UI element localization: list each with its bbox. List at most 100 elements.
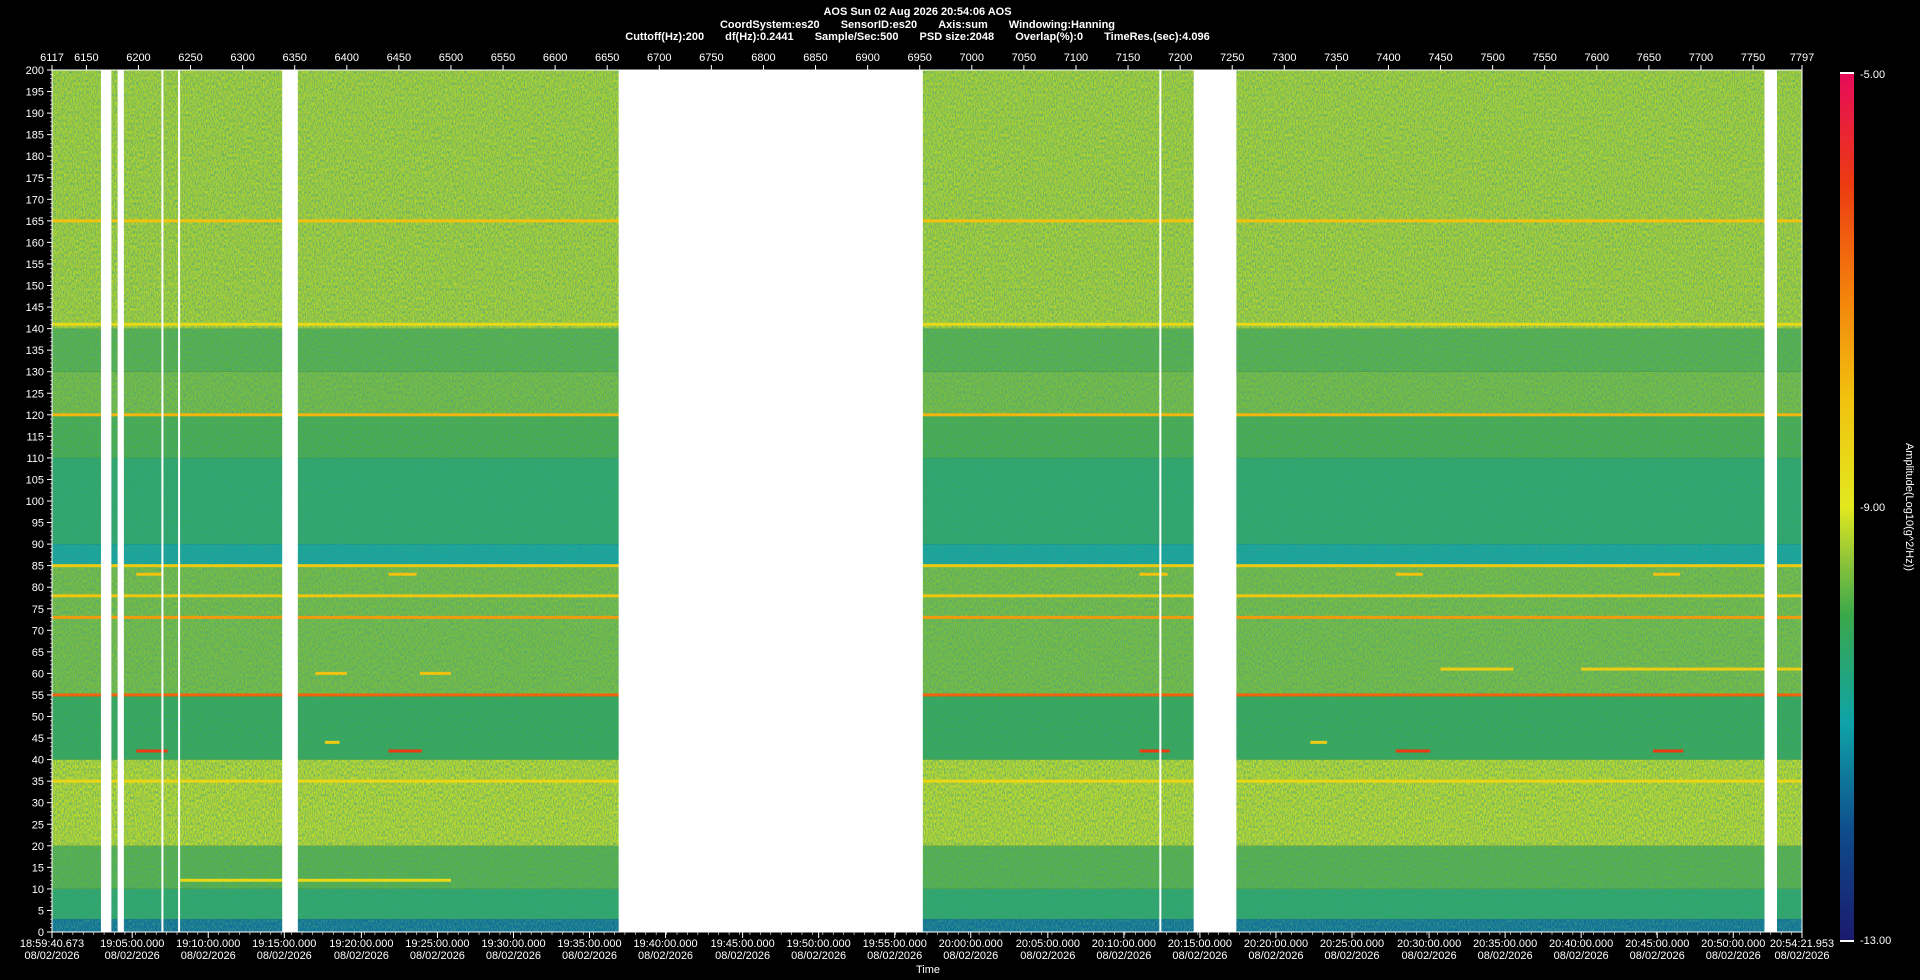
x-tick-date-label: 08/02/2026 <box>486 950 541 962</box>
y-tick-label: 185 <box>26 130 44 142</box>
x-top-tick-label: 7750 <box>1741 52 1765 64</box>
x-top-tick-label: 6550 <box>491 52 515 64</box>
y-tick-label: 165 <box>26 216 44 228</box>
x-tick-date-label: 08/02/2026 <box>334 950 389 962</box>
x-tick-time-label: 19:30:00.000 <box>481 938 545 950</box>
x-top-tick-label: 6800 <box>751 52 775 64</box>
x-top-tick-label: 6750 <box>699 52 723 64</box>
x-top-tick-label: 7500 <box>1480 52 1504 64</box>
x-axis-label: Time <box>916 964 940 976</box>
y-tick-label: 175 <box>26 173 44 185</box>
tone-line <box>324 740 340 744</box>
tone-line <box>180 878 451 882</box>
y-tick-label: 125 <box>26 388 44 400</box>
y-tick-label: 140 <box>26 324 44 336</box>
data-gap <box>618 70 923 932</box>
x-top-tick-label: 6450 <box>387 52 411 64</box>
x-tick-time-label: 19:55:00.000 <box>863 938 927 950</box>
data-gap <box>1193 70 1237 932</box>
y-tick-label: 5 <box>38 905 44 917</box>
spectrogram-figure: AOS Sun 02 Aug 2026 20:54:06 AOS CoordSy… <box>0 0 1920 980</box>
noise-texture <box>52 70 1802 932</box>
data-gap-line <box>178 70 181 932</box>
y-tick-label: 70 <box>32 625 44 637</box>
y-tick-label: 40 <box>32 755 44 767</box>
x-top-tick-label: 6250 <box>178 52 202 64</box>
x-tick-date-label: 08/02/2026 <box>1478 950 1533 962</box>
y-tick-label: 90 <box>32 539 44 551</box>
x-top-tick-label: 7650 <box>1637 52 1661 64</box>
y-tick-label: 50 <box>32 712 44 724</box>
x-top-tick-label: 7100 <box>1064 52 1088 64</box>
y-tick-label: 60 <box>32 668 44 680</box>
colorbar-tick-label: -13.00 <box>1860 935 1891 947</box>
x-tick-date-label: 08/02/2026 <box>1096 950 1151 962</box>
x-top-tick-label: 7250 <box>1220 52 1244 64</box>
tone-line <box>1139 572 1168 576</box>
x-tick-time-label: 20:50:00.000 <box>1701 938 1765 950</box>
x-top-tick-label: 6400 <box>335 52 359 64</box>
y-tick-label: 25 <box>32 819 44 831</box>
y-tick-label: 195 <box>26 87 44 99</box>
tone-line <box>1139 749 1170 753</box>
x-top-tick-label: 6300 <box>230 52 254 64</box>
x-tick-date-label: 08/02/2026 <box>410 950 465 962</box>
tone-line <box>315 671 347 675</box>
y-tick-label: 55 <box>32 690 44 702</box>
spectrogram-plot: 0510152025303540455055606570758085909510… <box>20 52 1915 976</box>
y-tick-label: 45 <box>32 733 44 745</box>
y-tick-label: 15 <box>32 862 44 874</box>
x-top-tick-label: 7400 <box>1376 52 1400 64</box>
x-tick-time-label: 20:00:00.000 <box>939 938 1003 950</box>
y-tick-label: 200 <box>26 65 44 77</box>
x-tick-time-label: 20:35:00.000 <box>1473 938 1537 950</box>
y-tick-label: 20 <box>32 841 44 853</box>
y-tick-label: 100 <box>26 496 44 508</box>
tone-line <box>52 413 1802 417</box>
x-tick-time-label: 20:15:00.000 <box>1168 938 1232 950</box>
x-tick-date-label: 08/02/2026 <box>181 950 236 962</box>
x-top-tick-label: 6150 <box>74 52 98 64</box>
x-tick-date-label: 08/02/2026 <box>1630 950 1685 962</box>
x-tick-date-label: 08/02/2026 <box>715 950 770 962</box>
x-tick-time-label: 20:10:00.000 <box>1092 938 1156 950</box>
data-gap <box>282 70 298 932</box>
x-tick-date-label: 08/02/2026 <box>24 950 79 962</box>
tone-line <box>52 564 1802 568</box>
x-tick-date-label: 08/02/2026 <box>1172 950 1227 962</box>
x-tick-time-label: 20:40:00.000 <box>1549 938 1613 950</box>
x-tick-time-label: 20:25:00.000 <box>1320 938 1384 950</box>
tone-line <box>419 671 451 675</box>
data-gap-line <box>161 70 164 932</box>
x-top-tick-label: 6850 <box>803 52 827 64</box>
y-tick-label: 35 <box>32 776 44 788</box>
x-tick-time-label: 19:05:00.000 <box>100 938 164 950</box>
y-tick-label: 145 <box>26 302 44 314</box>
y-tick-label: 160 <box>26 237 44 249</box>
x-tick-time-label: 19:25:00.000 <box>405 938 469 950</box>
x-top-tick-label: 6200 <box>126 52 150 64</box>
y-tick-label: 190 <box>26 108 44 120</box>
tone-line <box>52 594 1802 598</box>
y-tick-label: 150 <box>26 281 44 293</box>
x-top-tick-label: 7000 <box>960 52 984 64</box>
x-tick-time-label: 20:20:00.000 <box>1244 938 1308 950</box>
x-tick-time-label: 19:35:00.000 <box>557 938 621 950</box>
colorbar <box>1840 74 1854 940</box>
x-tick-date-label: 08/02/2026 <box>1706 950 1761 962</box>
tone-line <box>1653 572 1681 576</box>
colorbar-label: Amplitude(Log10(g^2/Hz)) <box>1903 443 1915 571</box>
y-tick-label: 170 <box>26 194 44 206</box>
y-tick-label: 80 <box>32 582 44 594</box>
x-top-tick-label: 7450 <box>1428 52 1452 64</box>
x-top-tick-label: 6950 <box>907 52 931 64</box>
x-tick-time-label: 20:45:00.000 <box>1625 938 1689 950</box>
x-top-tick-label: 6600 <box>543 52 567 64</box>
tone-line <box>52 779 1802 783</box>
data-gap <box>100 70 112 932</box>
x-top-tick-label: 7050 <box>1012 52 1036 64</box>
x-tick-date-label: 08/02/2026 <box>638 950 693 962</box>
y-tick-label: 130 <box>26 367 44 379</box>
x-top-tick-label: 7550 <box>1532 52 1556 64</box>
y-tick-label: 135 <box>26 345 44 357</box>
